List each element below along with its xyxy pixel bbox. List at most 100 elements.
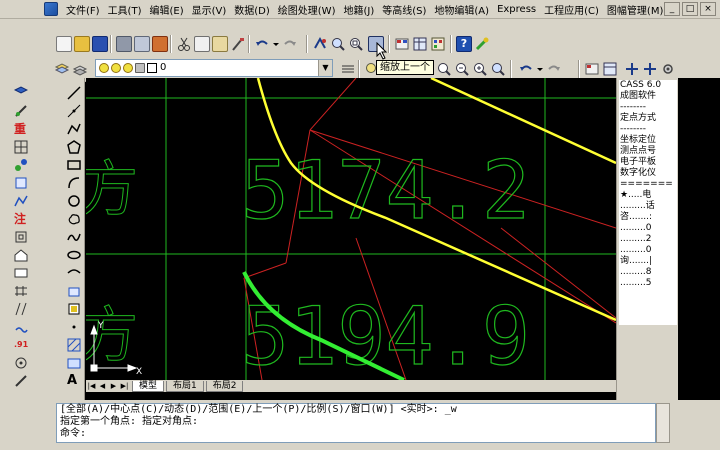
menu-contour[interactable]: 等高线(S)	[378, 2, 430, 17]
water-icon[interactable]	[14, 320, 28, 334]
insert-block-icon[interactable]	[67, 284, 81, 298]
menu-data[interactable]: 数据(D)	[230, 2, 274, 17]
zoom-realtime-icon[interactable]	[330, 36, 346, 52]
undo-icon[interactable]	[254, 36, 270, 52]
pencil-icon[interactable]	[14, 374, 28, 388]
region-icon[interactable]	[67, 356, 81, 370]
menu-cadastre[interactable]: 地籍(J)	[339, 2, 378, 17]
annotation-icon[interactable]: 注	[14, 212, 28, 226]
menu-feature-edit[interactable]: 地物编辑(A)	[430, 2, 493, 17]
undo-icon[interactable]	[518, 61, 534, 77]
point-edit-icon[interactable]	[14, 104, 28, 118]
design-center-icon[interactable]	[412, 36, 428, 52]
ellipse-icon[interactable]	[67, 248, 81, 262]
elevation-point-icon[interactable]: .91	[14, 338, 28, 352]
zoom-window-icon[interactable]	[454, 61, 470, 77]
arc-icon[interactable]	[67, 176, 81, 190]
layer-manager-icon[interactable]	[54, 61, 70, 77]
lightbulb-icon[interactable]	[99, 63, 109, 73]
minimize-button[interactable]: _	[664, 2, 680, 16]
command-prompt[interactable]: 命令:	[60, 428, 655, 440]
copy-icon[interactable]	[194, 36, 210, 52]
express-tools-icon[interactable]	[474, 36, 490, 52]
rectangle-icon[interactable]	[14, 266, 28, 280]
lock-icon[interactable]	[135, 63, 145, 73]
chevron-down-icon[interactable]: ▼	[318, 60, 332, 76]
sun-icon[interactable]	[111, 63, 121, 73]
command-history[interactable]: [全部(A)/中心点(C)/动态(D)/范围(E)/上一个(P)/比例(S)/窗…	[56, 403, 656, 443]
move-icon[interactable]	[642, 61, 658, 77]
layer-dropdown[interactable]: 0 ▼	[95, 59, 333, 77]
grid-icon[interactable]	[14, 140, 28, 154]
road-icon[interactable]	[14, 302, 28, 316]
print-preview-icon[interactable]	[134, 36, 150, 52]
undo-dropdown-icon[interactable]	[272, 36, 280, 52]
vegetation-icon[interactable]	[14, 356, 28, 370]
menu-electronic-plane[interactable]: 电子平板	[619, 157, 677, 168]
survey-point-icon[interactable]	[14, 176, 28, 190]
paste-icon[interactable]	[212, 36, 228, 52]
layer-select-icon[interactable]	[13, 86, 29, 100]
polyline-icon[interactable]	[67, 122, 81, 136]
drawing-canvas[interactable]: 5174.2 5194.9 方 方 Y X	[86, 78, 616, 380]
settings-icon[interactable]	[660, 61, 676, 77]
undo-dropdown-icon[interactable]	[536, 61, 544, 77]
new-file-icon[interactable]	[56, 36, 72, 52]
last-tab-button[interactable]: ▶|	[119, 381, 130, 391]
first-tab-button[interactable]: |◀	[86, 381, 97, 391]
close-button[interactable]: ×	[700, 2, 716, 16]
fence-icon[interactable]	[14, 284, 28, 298]
revision-cloud-icon[interactable]	[67, 212, 81, 226]
menu-drawing[interactable]: 绘图处理(W)	[274, 2, 340, 17]
prev-tab-button[interactable]: ◀	[97, 381, 108, 391]
spline-icon[interactable]	[67, 230, 81, 244]
menu-tools[interactable]: 工具(T)	[104, 2, 146, 17]
polygon-icon[interactable]	[67, 140, 81, 154]
tab-layout1[interactable]: 布局1	[166, 380, 204, 392]
layer-previous-icon[interactable]	[340, 61, 356, 77]
move-icon[interactable]	[624, 61, 640, 77]
ellipse-arc-icon[interactable]	[67, 266, 81, 280]
coordinates-icon[interactable]	[14, 158, 28, 172]
zoom-in-icon[interactable]	[436, 61, 452, 77]
next-tab-button[interactable]: ▶	[108, 381, 119, 391]
redo-icon[interactable]	[546, 61, 562, 77]
menu-engineering[interactable]: 工程应用(C)	[540, 2, 603, 17]
menu-digitizer[interactable]: 数字化仪	[619, 168, 677, 179]
restore-button[interactable]: □	[682, 2, 698, 16]
tab-model[interactable]: 模型	[132, 380, 165, 392]
contour-icon[interactable]	[14, 230, 28, 244]
point-icon[interactable]	[67, 320, 81, 334]
tab-layout2[interactable]: 布局2	[205, 380, 244, 392]
sun-viewport-icon[interactable]	[123, 63, 133, 73]
match-properties-icon[interactable]	[230, 36, 246, 52]
command-scrollbar[interactable]	[656, 403, 670, 443]
menu-point-number[interactable]: 测点点号	[619, 146, 677, 157]
cut-icon[interactable]	[176, 36, 192, 52]
redo-icon[interactable]	[282, 36, 298, 52]
construction-line-icon[interactable]	[67, 104, 81, 118]
menu-express[interactable]: Express	[493, 4, 540, 15]
tool-palettes-icon[interactable]	[430, 36, 446, 52]
open-folder-icon[interactable]	[74, 36, 90, 52]
properties-icon[interactable]	[584, 61, 600, 77]
print-icon[interactable]	[116, 36, 132, 52]
menu-edit[interactable]: 编辑(E)	[145, 2, 187, 17]
make-block-icon[interactable]	[67, 302, 81, 316]
building-icon[interactable]	[14, 248, 28, 262]
multiline-text-icon[interactable]: A	[67, 374, 81, 388]
elevation-icon[interactable]	[14, 194, 28, 208]
redraw-icon[interactable]: 重	[14, 122, 28, 136]
menu-coordinate-positioning[interactable]: 坐标定位	[619, 135, 677, 146]
hatch-icon[interactable]	[67, 338, 81, 352]
zoom-previous-icon[interactable]	[490, 61, 506, 77]
menu-sheet-management[interactable]: 图幅管理(M)	[603, 2, 667, 17]
menu-view[interactable]: 显示(V)	[188, 2, 231, 17]
zoom-extents-icon[interactable]	[472, 61, 488, 77]
line-icon[interactable]	[67, 86, 81, 100]
design-center-icon[interactable]	[602, 61, 618, 77]
save-icon[interactable]	[92, 36, 108, 52]
app-icon[interactable]	[44, 2, 58, 16]
make-layer-current-icon[interactable]	[72, 61, 88, 77]
menu-file[interactable]: 文件(F)	[62, 2, 104, 17]
